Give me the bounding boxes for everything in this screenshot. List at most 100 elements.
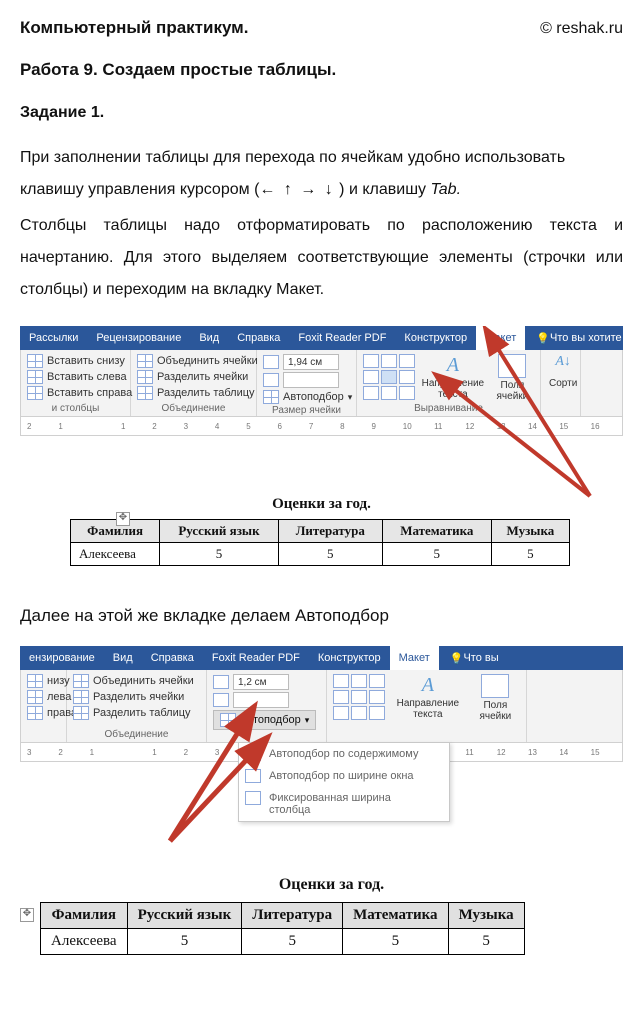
col-music-b: Музыка xyxy=(448,903,524,929)
cell-margins-icon xyxy=(498,354,526,378)
align-tl-2[interactable] xyxy=(333,674,349,688)
width-icon xyxy=(263,373,279,387)
table-row: Алексеева 5 5 5 5 xyxy=(41,929,525,955)
alignment-grid[interactable] xyxy=(363,354,415,402)
autofit-window-icon xyxy=(245,769,261,783)
table-move-handle-icon[interactable]: ✥ xyxy=(116,512,130,526)
align-tr[interactable] xyxy=(399,354,415,368)
row-height-2[interactable]: 1,2 см xyxy=(213,674,316,690)
doc-table: Фамилия Русский язык Литература Математи… xyxy=(70,519,570,566)
tab-layout[interactable]: Макет xyxy=(476,326,525,350)
align-br-2[interactable] xyxy=(369,706,385,720)
tab-view-2[interactable]: Вид xyxy=(104,646,142,670)
col-width[interactable] xyxy=(263,372,352,388)
chevron-down-icon: ▾ xyxy=(348,392,353,403)
tab-layout-2[interactable]: Макет xyxy=(390,646,439,670)
align-bc-2[interactable] xyxy=(351,706,367,720)
align-bl-2[interactable] xyxy=(333,706,349,720)
col-russian-b: Русский язык xyxy=(127,903,242,929)
tell-me-text: Что вы хотите с xyxy=(550,332,630,344)
align-mr-2[interactable] xyxy=(369,690,385,704)
align-tc-2[interactable] xyxy=(351,674,367,688)
split-cells-label-2: Разделить ячейки xyxy=(93,691,184,703)
ribbon-body-2: низу лева права Объединить ячейки Раздел… xyxy=(20,670,623,743)
col-surname-b: Фамилия xyxy=(41,903,128,929)
autofit-window[interactable]: Автоподбор по ширине окна xyxy=(239,765,449,787)
tab-review-2[interactable]: ензирование xyxy=(20,646,104,670)
align-ml[interactable] xyxy=(363,370,379,384)
align-bl[interactable] xyxy=(363,386,379,400)
sort-button[interactable]: A↓Сорти xyxy=(547,354,579,414)
table-row: Алексеева 5 5 5 5 xyxy=(71,543,570,566)
tab-review[interactable]: Рецензирование xyxy=(87,326,190,350)
group-alignment: Выравнивание xyxy=(363,402,534,414)
alignment-grid-2[interactable] xyxy=(333,674,385,740)
align-tc[interactable] xyxy=(381,354,397,368)
width-value[interactable] xyxy=(283,372,339,388)
text-direction-2[interactable]: AНаправление текста xyxy=(389,674,467,740)
autofit-icon-2 xyxy=(220,713,236,727)
insert-right[interactable]: Вставить справа xyxy=(27,386,132,400)
text-direction-icon-2: A xyxy=(417,674,439,696)
chevron-down-icon-2: ▾ xyxy=(305,715,310,726)
align-tr-2[interactable] xyxy=(369,674,385,688)
text-direction[interactable]: AНаправление текста xyxy=(419,354,487,402)
autofit-button[interactable]: Автоподбор▾ xyxy=(213,710,316,730)
insert-below-icon xyxy=(27,354,43,368)
tab-help[interactable]: Справка xyxy=(228,326,289,350)
autofit-contents[interactable]: Автоподбор по содержимому xyxy=(239,743,449,765)
tell-me-2[interactable]: 💡 Что вы xyxy=(441,646,508,670)
split-table-2[interactable]: Разделить таблицу xyxy=(73,706,194,720)
autofit-contents-icon xyxy=(245,747,261,761)
insert-left[interactable]: Вставить слева xyxy=(27,370,132,384)
align-mc[interactable] xyxy=(381,370,397,384)
fixed-width[interactable]: Фиксированная ширина столбца xyxy=(239,787,449,821)
row-height[interactable]: 1,94 см xyxy=(263,354,352,370)
align-br[interactable] xyxy=(399,386,415,400)
split-table[interactable]: Разделить таблицу xyxy=(137,386,258,400)
tell-me[interactable]: 💡 Что вы хотите с xyxy=(527,326,639,350)
align-mr[interactable] xyxy=(399,370,415,384)
insert-left-label: Вставить слева xyxy=(47,371,127,383)
align-ml-2[interactable] xyxy=(333,690,349,704)
paragraph-2: Столбцы таблицы надо отформатировать по … xyxy=(20,210,623,306)
merge-cells-2[interactable]: Объединить ячейки xyxy=(73,674,194,688)
tab-design[interactable]: Конструктор xyxy=(395,326,476,350)
align-tl[interactable] xyxy=(363,354,379,368)
word-screenshot-1: Рассылки Рецензирование Вид Справка Foxi… xyxy=(20,326,623,596)
height-value[interactable]: 1,94 см xyxy=(283,354,339,370)
tab-mailings[interactable]: Рассылки xyxy=(20,326,87,350)
tab-design-2[interactable]: Конструктор xyxy=(309,646,390,670)
align-bc[interactable] xyxy=(381,386,397,400)
width-icon-2 xyxy=(213,693,229,707)
tab-view[interactable]: Вид xyxy=(190,326,228,350)
cell-surname: Алексеева xyxy=(71,543,160,566)
cell-music: 5 xyxy=(491,543,569,566)
ribbon-tabs-2: ензирование Вид Справка Foxit Reader PDF… xyxy=(20,646,623,670)
autofit-contents-label: Автоподбор по содержимому xyxy=(269,748,418,760)
col-width-2[interactable] xyxy=(213,692,316,708)
word-screenshot-2: ензирование Вид Справка Foxit Reader PDF… xyxy=(20,646,623,846)
split-cells[interactable]: Разделить ячейки xyxy=(137,370,258,384)
align-mc-2[interactable] xyxy=(351,690,367,704)
height-value-2[interactable]: 1,2 см xyxy=(233,674,289,690)
split-table-label-2: Разделить таблицу xyxy=(93,707,191,719)
cell-margins[interactable]: Поля ячейки xyxy=(491,354,534,402)
tab-help-2[interactable]: Справка xyxy=(142,646,203,670)
mid-text: Далее на этой же вкладке делаем Автоподб… xyxy=(20,606,623,626)
tab-foxit[interactable]: Foxit Reader PDF xyxy=(289,326,395,350)
fixed-width-icon xyxy=(245,791,261,805)
group-rows-cols: и столбцы xyxy=(27,402,124,414)
split-table-icon-2 xyxy=(73,706,89,720)
autofit[interactable]: Автоподбор ▾ xyxy=(263,390,352,404)
tab-foxit-2[interactable]: Foxit Reader PDF xyxy=(203,646,309,670)
col-russian: Русский язык xyxy=(160,520,279,543)
insert-below[interactable]: Вставить снизу xyxy=(27,354,132,368)
split-cells-2[interactable]: Разделить ячейки xyxy=(73,690,194,704)
cell-music-b: 5 xyxy=(448,929,524,955)
split-cells-label: Разделить ячейки xyxy=(157,371,248,383)
table-move-handle-icon-2[interactable]: ✥ xyxy=(20,908,34,922)
merge-cells[interactable]: Объединить ячейки xyxy=(137,354,258,368)
width-value-2[interactable] xyxy=(233,692,289,708)
cell-margins-2[interactable]: Поля ячейки xyxy=(471,674,520,740)
